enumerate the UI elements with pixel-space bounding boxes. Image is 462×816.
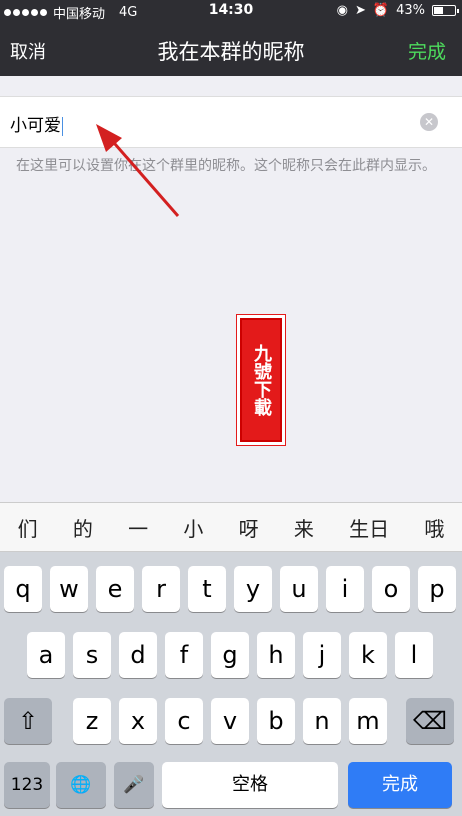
nickname-field[interactable]: 小可爱 ✕ bbox=[0, 96, 462, 148]
key-h[interactable]: h bbox=[257, 632, 295, 678]
watermark-seal: 九號下載 bbox=[240, 318, 282, 442]
suggestion-item[interactable]: 呀 bbox=[239, 513, 259, 542]
key-a[interactable]: a bbox=[27, 632, 65, 678]
hint-text: 在这里可以设置你在这个群里的昵称。这个昵称只会在此群内显示。 bbox=[16, 158, 436, 174]
key-t[interactable]: t bbox=[188, 566, 226, 612]
nav-bar: 取消 我在本群的昵称 完成 bbox=[0, 22, 462, 76]
alarm-icon: ⏰ bbox=[372, 3, 390, 18]
status-right: ◉ ➤ ⏰ 43% bbox=[336, 3, 459, 18]
suggestion-bar: 们 的 一 小 呀 来 生日 哦 bbox=[0, 502, 462, 552]
key-j[interactable]: j bbox=[303, 632, 341, 678]
globe-icon[interactable]: 🌐 bbox=[56, 762, 106, 808]
key-y[interactable]: y bbox=[234, 566, 272, 612]
return-key[interactable]: 完成 bbox=[348, 762, 452, 808]
suggestion-item[interactable]: 的 bbox=[73, 513, 93, 542]
clear-icon[interactable]: ✕ bbox=[420, 113, 438, 131]
key-q[interactable]: q bbox=[4, 566, 42, 612]
key-v[interactable]: v bbox=[211, 698, 249, 744]
key-s[interactable]: s bbox=[73, 632, 111, 678]
text-caret bbox=[62, 116, 63, 136]
key-p[interactable]: p bbox=[418, 566, 456, 612]
battery-icon bbox=[432, 5, 459, 16]
suggestion-item[interactable]: 们 bbox=[18, 513, 38, 542]
key-x[interactable]: x bbox=[119, 698, 157, 744]
keyboard: q w e r t y u i o p a s d f g h j k l ⇧ z x c v b n m ⌫ 123 🌐 🎤 空格 完成 bbox=[0, 552, 462, 816]
key-b[interactable]: b bbox=[257, 698, 295, 744]
key-n[interactable]: n bbox=[303, 698, 341, 744]
key-i[interactable]: i bbox=[326, 566, 364, 612]
suggestion-item[interactable]: 来 bbox=[294, 513, 314, 542]
suggestion-item[interactable]: 哦 bbox=[424, 513, 444, 542]
location-icon: ➤ bbox=[355, 3, 366, 18]
microphone-icon[interactable]: 🎤 bbox=[114, 762, 154, 808]
key-l[interactable]: l bbox=[395, 632, 433, 678]
suggestion-item[interactable]: 生日 bbox=[349, 513, 389, 542]
battery-label: 43% bbox=[396, 3, 425, 18]
key-k[interactable]: k bbox=[349, 632, 387, 678]
delete-key[interactable]: ⌫ bbox=[406, 698, 454, 744]
key-e[interactable]: e bbox=[96, 566, 134, 612]
key-f[interactable]: f bbox=[165, 632, 203, 678]
space-key[interactable]: 空格 bbox=[162, 762, 338, 808]
suggestion-item[interactable]: 小 bbox=[183, 513, 203, 542]
status-bar: 中国移动 4G 14:30 ◉ ➤ ⏰ 43% bbox=[0, 0, 462, 22]
suggestion-item[interactable]: 一 bbox=[128, 513, 148, 542]
page-title: 我在本群的昵称 bbox=[157, 40, 305, 64]
key-r[interactable]: r bbox=[142, 566, 180, 612]
key-c[interactable]: c bbox=[165, 698, 203, 744]
key-z[interactable]: z bbox=[73, 698, 111, 744]
key-g[interactable]: g bbox=[211, 632, 249, 678]
key-o[interactable]: o bbox=[372, 566, 410, 612]
nickname-input[interactable]: 小可爱 bbox=[10, 111, 63, 136]
key-m[interactable]: m bbox=[349, 698, 387, 744]
rotation-lock-icon: ◉ bbox=[336, 3, 348, 18]
key-w[interactable]: w bbox=[50, 566, 88, 612]
key-d[interactable]: d bbox=[119, 632, 157, 678]
key-u[interactable]: u bbox=[280, 566, 318, 612]
shift-key[interactable]: ⇧ bbox=[4, 698, 52, 744]
done-button[interactable]: 完成 bbox=[408, 37, 446, 64]
numbers-key[interactable]: 123 bbox=[4, 762, 50, 808]
